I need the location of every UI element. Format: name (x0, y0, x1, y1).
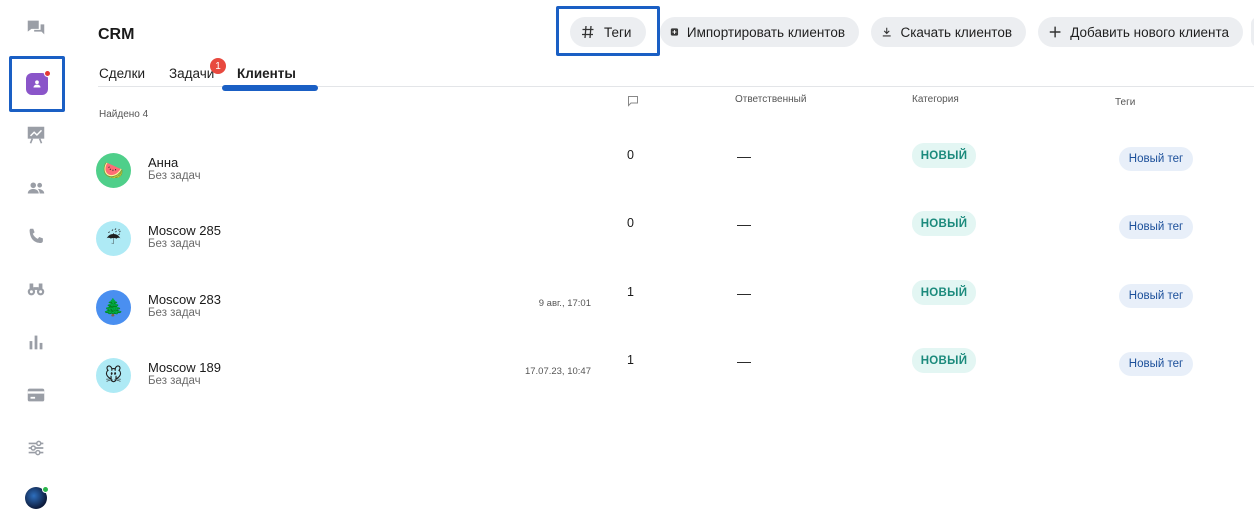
client-avatar: 🍉 (96, 153, 131, 188)
comments-count: 0 (627, 216, 634, 230)
binoculars-icon[interactable] (14, 267, 58, 311)
last-activity-date: 9 авг., 17:01 (538, 298, 591, 309)
download-clients-label: Скачать клиентов (900, 24, 1012, 40)
bar-chart-icon[interactable] (14, 320, 58, 364)
import-clients-button[interactable]: Импортировать клиентов (660, 17, 859, 47)
user-avatar[interactable] (25, 486, 49, 509)
client-name[interactable]: Moscow 189 (148, 360, 221, 375)
active-tab-underline (222, 85, 318, 91)
tag-badge[interactable]: Новый тег (1119, 147, 1193, 171)
download-icon (882, 27, 891, 37)
results-count: Найдено 4 (99, 109, 149, 120)
left-sidebar (0, 0, 72, 525)
plus-icon (1049, 26, 1061, 38)
import-clients-label: Импортировать клиентов (686, 24, 845, 40)
responsible-value: — (737, 216, 751, 232)
tab-deals[interactable]: Сделки (99, 66, 145, 81)
responsible-value: — (737, 353, 751, 369)
comments-count: 1 (627, 353, 634, 367)
category-badge[interactable]: НОВЫЙ (912, 143, 976, 168)
comments-count: 1 (627, 285, 634, 299)
client-avatar: 🐭 (96, 358, 131, 393)
client-name[interactable]: Анна (148, 155, 178, 170)
tags-column-header: Теги (1115, 97, 1136, 108)
table-row[interactable]: ☔ Moscow 285 Без задач 0 — НОВЫЙ Новый т… (96, 211, 1254, 271)
online-status-dot (42, 486, 49, 493)
client-task-status: Без задач (148, 307, 201, 319)
category-badge[interactable]: НОВЫЙ (912, 211, 976, 236)
tags-button[interactable]: Теги (570, 17, 646, 47)
client-task-status: Без задач (148, 238, 201, 250)
download-clients-button[interactable]: Скачать клиентов (871, 17, 1026, 47)
responsible-value: — (737, 285, 751, 301)
crm-contact-icon[interactable] (9, 56, 65, 112)
tag-badge[interactable]: Новый тег (1119, 284, 1193, 308)
tasks-count-badge: 1 (210, 58, 226, 74)
credit-card-icon[interactable] (14, 373, 58, 417)
client-task-status: Без задач (148, 170, 201, 182)
client-name[interactable]: Moscow 283 (148, 292, 221, 307)
last-activity-date: 17.07.23, 10:47 (524, 366, 591, 377)
client-avatar: ☔ (96, 221, 131, 256)
tab-tasks[interactable]: Задачи (169, 66, 214, 81)
responsible-value: — (737, 148, 751, 164)
hashtag-icon (582, 25, 594, 39)
comments-column-header (627, 95, 639, 110)
notification-dot (44, 70, 51, 77)
add-client-label: Добавить нового клиента (1070, 24, 1229, 40)
comment-icon (628, 96, 638, 107)
category-column-header: Категория (912, 94, 959, 105)
tab-clients[interactable]: Клиенты (237, 66, 296, 81)
tag-badge[interactable]: Новый тег (1119, 352, 1193, 376)
tags-button-label: Теги (604, 24, 632, 40)
add-client-button[interactable]: Добавить нового клиента (1038, 17, 1243, 47)
presentation-chart-icon[interactable] (14, 113, 58, 157)
table-row[interactable]: 🐭 Moscow 189 Без задач 17.07.23, 10:47 1… (96, 348, 1254, 408)
table-row[interactable]: 🍉 Анна Без задач 0 — НОВЫЙ Новый тег (96, 143, 1254, 203)
table-row[interactable]: 🌲 Moscow 283 Без задач 9 авг., 17:01 1 —… (96, 280, 1254, 340)
client-name[interactable]: Moscow 285 (148, 223, 221, 238)
tag-badge[interactable]: Новый тег (1119, 215, 1193, 239)
category-badge[interactable]: НОВЫЙ (912, 348, 976, 373)
chat-icon[interactable] (14, 6, 58, 50)
people-icon[interactable] (14, 166, 58, 210)
phone-icon[interactable] (14, 215, 58, 259)
plus-box-icon (670, 28, 679, 36)
client-task-status: Без задач (148, 375, 201, 387)
responsible-column-header: Ответственный (735, 94, 807, 105)
category-badge[interactable]: НОВЫЙ (912, 280, 976, 305)
page-title: CRM (98, 26, 135, 43)
sliders-icon[interactable] (14, 426, 58, 470)
client-avatar: 🌲 (96, 290, 131, 325)
comments-count: 0 (627, 148, 634, 162)
